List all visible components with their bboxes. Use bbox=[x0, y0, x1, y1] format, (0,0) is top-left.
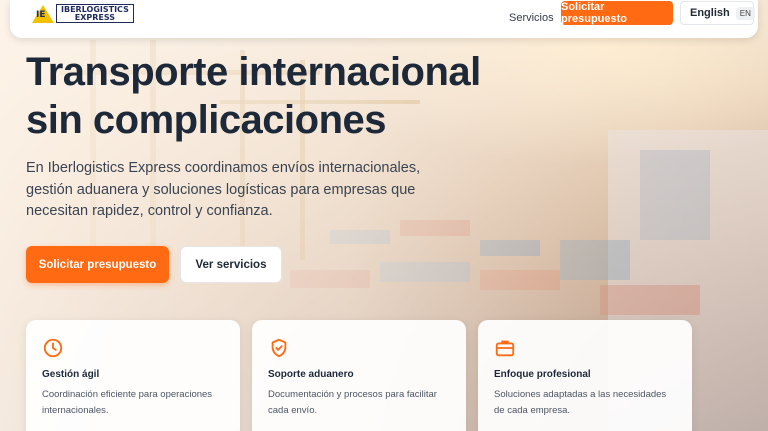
request-quote-button[interactable]: Solicitar presupuesto bbox=[26, 246, 169, 283]
hero-description: En Iberlogistics Express coordinamos env… bbox=[26, 160, 421, 219]
hero-title-line-1: Transporte internacional bbox=[26, 50, 481, 94]
view-services-button[interactable]: Ver servicios bbox=[180, 246, 282, 283]
shield-check-icon bbox=[271, 338, 287, 358]
nav-link-services[interactable]: Servicios bbox=[509, 12, 554, 24]
clock-icon bbox=[43, 338, 63, 358]
feature-card-professional: Enfoque profesional Soluciones adaptadas… bbox=[478, 320, 692, 431]
feature-title: Gestión ágil bbox=[42, 369, 100, 380]
feature-title: Enfoque profesional bbox=[494, 369, 591, 380]
language-switcher[interactable]: English EN bbox=[680, 1, 755, 25]
feature-text: Soluciones adaptadas a las necesidades d… bbox=[494, 389, 667, 416]
hero-title: Transporte internacional sin complicacio… bbox=[26, 48, 546, 144]
logo-mark-text: IE bbox=[36, 9, 46, 20]
top-navigation-bar: IE IBERLOGISTICS EXPRESS Servicios Solic… bbox=[10, 0, 758, 38]
logo-wordmark: IBERLOGISTICS EXPRESS bbox=[56, 4, 134, 23]
language-code-badge: EN bbox=[735, 6, 755, 20]
briefcase-icon bbox=[495, 340, 515, 357]
logo-triangle-icon: IE bbox=[32, 4, 54, 23]
feature-card-agile: Gestión ágil Coordinación eficiente para… bbox=[26, 320, 240, 431]
feature-card-customs: Soporte aduanero Documentación y proceso… bbox=[252, 320, 466, 431]
feature-text: Documentación y procesos para facilitar … bbox=[268, 389, 437, 416]
hero-title-line-2: sin complicaciones bbox=[26, 98, 387, 142]
feature-text: Coordinación eficiente para operaciones … bbox=[42, 389, 213, 416]
logo-line-2: EXPRESS bbox=[74, 13, 116, 22]
brand-logo[interactable]: IE IBERLOGISTICS EXPRESS bbox=[32, 4, 134, 23]
language-label: English bbox=[690, 7, 730, 19]
feature-title: Soporte aduanero bbox=[268, 369, 354, 380]
nav-quote-button[interactable]: Solicitar presupuesto bbox=[561, 1, 673, 25]
